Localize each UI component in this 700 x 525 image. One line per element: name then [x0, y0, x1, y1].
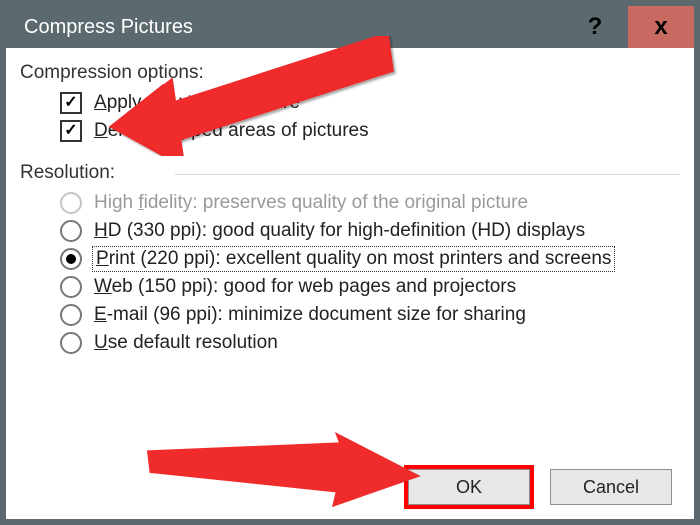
radio-icon [60, 276, 82, 298]
checkbox-icon [60, 92, 82, 114]
help-icon: ? [588, 13, 603, 41]
close-icon: x [654, 13, 667, 41]
delete-cropped-checkbox[interactable]: Delete cropped areas of pictures [60, 120, 680, 142]
resolution-label: Resolution: [20, 162, 680, 184]
annotation-arrow-bottom [146, 426, 426, 516]
resolution-option: High fidelity: preserves quality of the … [60, 192, 680, 214]
ok-button[interactable]: OK [408, 469, 530, 505]
radio-label: Use default resolution [94, 332, 278, 354]
dialog-buttons: OK Cancel [408, 469, 672, 505]
radio-label: Web (150 ppi): good for web pages and pr… [94, 276, 516, 298]
close-button[interactable]: x [628, 6, 694, 48]
radio-icon [60, 220, 82, 242]
resolution-option[interactable]: Use default resolution [60, 332, 680, 354]
resolution-option[interactable]: HD (330 ppi): good quality for high-defi… [60, 220, 680, 242]
dialog-title: Compress Pictures [6, 16, 193, 39]
radio-label: HD (330 ppi): good quality for high-defi… [94, 220, 585, 242]
apply-only-checkbox[interactable]: Apply only to this picture [60, 92, 680, 114]
checkbox-icon [60, 120, 82, 142]
resolution-option[interactable]: E-mail (96 ppi): minimize document size … [60, 304, 680, 326]
checkbox-label: Delete cropped areas of pictures [94, 120, 369, 142]
radio-label: Print (220 ppi): excellent quality on mo… [94, 248, 613, 270]
help-button[interactable]: ? [562, 6, 628, 48]
radio-label: E-mail (96 ppi): minimize document size … [94, 304, 526, 326]
resolution-option[interactable]: Web (150 ppi): good for web pages and pr… [60, 276, 680, 298]
radio-icon [60, 304, 82, 326]
titlebar: Compress Pictures ? x [6, 6, 694, 48]
radio-icon [60, 248, 82, 270]
dialog-body: Compression options: Apply only to this … [6, 48, 694, 519]
radio-label: High fidelity: preserves quality of the … [94, 192, 528, 214]
resolution-option[interactable]: Print (220 ppi): excellent quality on mo… [60, 248, 680, 270]
cancel-button[interactable]: Cancel [550, 469, 672, 505]
resolution-options: High fidelity: preserves quality of the … [20, 192, 680, 354]
checkbox-label: Apply only to this picture [94, 92, 300, 114]
radio-icon [60, 192, 82, 214]
compression-options-label: Compression options: [20, 62, 680, 84]
radio-icon [60, 332, 82, 354]
